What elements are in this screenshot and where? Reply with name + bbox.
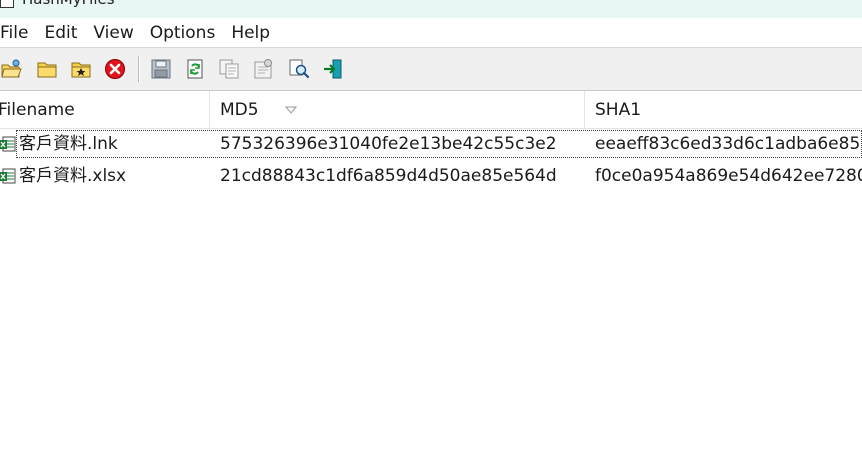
open-folder-icon[interactable] [0,58,22,80]
cell-md5: 21cd88843c1df6a859d4d50ae85e564d [220,166,557,186]
copy-icon[interactable] [218,58,240,80]
column-divider[interactable] [584,91,585,129]
save-icon[interactable] [150,58,172,80]
column-header-filename[interactable]: Filename [0,91,206,129]
excel-file-icon [0,136,16,152]
menu-edit[interactable]: Edit [36,23,85,43]
menu-file[interactable]: File [0,23,36,43]
exit-icon[interactable] [322,58,344,80]
column-header-md5[interactable]: MD5 [220,91,580,129]
toolbar [0,47,862,91]
delete-icon[interactable] [104,58,126,80]
app-icon [0,0,14,8]
folder-icon[interactable] [36,58,58,80]
menu-bar: File Edit View Options Help [0,18,862,47]
menu-options[interactable]: Options [142,23,224,43]
menu-help[interactable]: Help [223,23,278,43]
cell-md5: 575326396e31040fe2e13be42c55c3e2 [220,134,557,154]
find-icon[interactable] [288,58,310,80]
table-row[interactable]: 客戶資料.xlsx 21cd88843c1df6a859d4d50ae85e56… [0,161,862,192]
list-header: Filename MD5 SHA1 [0,91,862,129]
add-files-icon[interactable] [70,58,92,80]
cell-filename: 客戶資料.xlsx [19,166,127,186]
excel-file-icon [0,168,16,184]
title-bar: HashMyFiles [0,0,862,18]
table-row[interactable]: 客戶資料.lnk 575326396e31040fe2e13be42c55c3e… [0,129,862,160]
cell-sha1: eeaeff83c6ed33d6c1adba6e85 [595,134,861,154]
column-divider[interactable] [209,91,210,129]
sort-descending-icon [285,106,297,114]
cell-sha1: f0ce0a954a869e54d642ee7280 [595,166,862,186]
window-title: HashMyFiles [22,0,115,8]
column-header-sha1[interactable]: SHA1 [595,91,862,129]
properties-icon[interactable] [252,58,274,80]
refresh-icon[interactable] [184,58,206,80]
toolbar-separator [138,56,140,82]
cell-filename: 客戶資料.lnk [19,134,118,154]
menu-view[interactable]: View [85,23,141,43]
